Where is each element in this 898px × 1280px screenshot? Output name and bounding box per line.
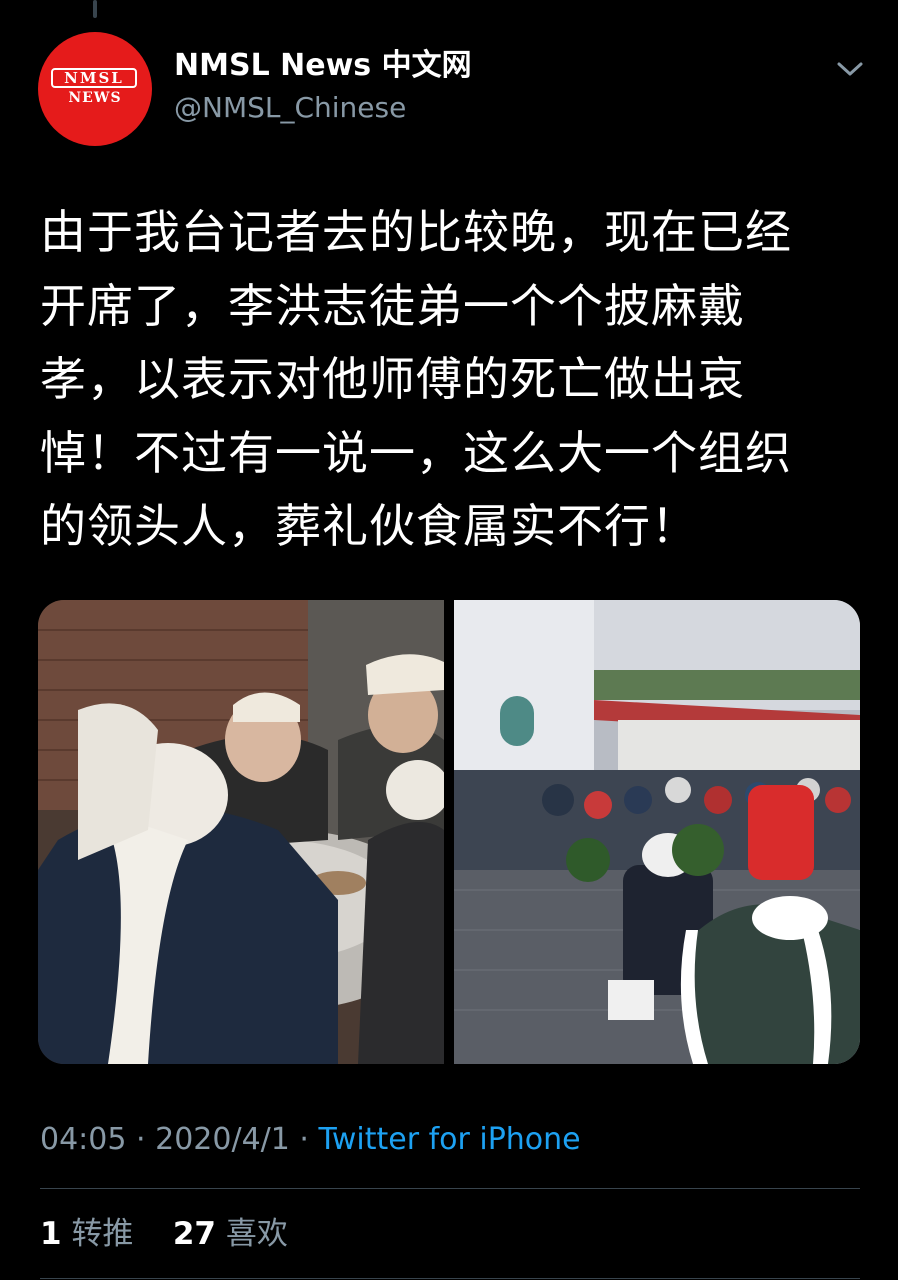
tweet-text-line: 悼！不过有一说一，这么大一个组织	[40, 425, 792, 480]
likes-stat[interactable]: 27 喜欢	[173, 1216, 288, 1252]
thread-line	[93, 0, 97, 18]
divider	[40, 1278, 860, 1279]
likes-label: 喜欢	[225, 1216, 288, 1252]
tweet-time: 04:05	[40, 1122, 127, 1157]
avatar-logo-bottom: NEWS	[68, 90, 122, 106]
tweet-text-line: 的领头人，葬礼伙食属实不行！	[40, 499, 698, 553]
tweet-photo-1[interactable]	[38, 600, 450, 1064]
retweets-label: 转推	[71, 1216, 134, 1252]
tweet-media	[38, 600, 860, 1064]
avatar-logo-top: NMSL	[51, 68, 137, 88]
author-display-name[interactable]: NMSL News 中文网	[174, 46, 472, 86]
divider	[40, 1188, 860, 1189]
tweet-text: 由于我台记者去的比较晚，现在已经 开席了，李洪志徒弟一个个披麻戴 孝，以表示对他…	[40, 196, 870, 564]
author-handle[interactable]: @NMSL_Chinese	[174, 90, 406, 126]
meta-separator: ·	[299, 1122, 309, 1157]
tweet-source-link[interactable]: Twitter for iPhone	[319, 1122, 581, 1157]
tweet-text-line: 孝，以表示对他师傅的死亡做出哀	[40, 352, 745, 406]
tweet-text-line: 开席了，李洪志徒弟一个个披麻戴	[40, 278, 745, 333]
tweet-date: 2020/4/1	[155, 1122, 290, 1157]
retweets-count: 1	[40, 1216, 62, 1252]
tweet-photo-2[interactable]	[454, 600, 860, 1064]
tweet-stats: 1 转推 27 喜欢	[40, 1212, 288, 1256]
tweet-text-line: 由于我台记者去的比较晚，现在已经	[40, 205, 792, 259]
likes-count: 27	[172, 1216, 216, 1252]
meta-separator: ·	[136, 1122, 146, 1157]
retweets-stat[interactable]: 1 转推	[40, 1216, 133, 1252]
tweet-meta: 04:05 · 2020/4/1 · Twitter for iPhone	[40, 1120, 581, 1160]
avatar[interactable]: NMSL NEWS	[38, 32, 152, 146]
chevron-down-icon[interactable]	[834, 56, 866, 80]
